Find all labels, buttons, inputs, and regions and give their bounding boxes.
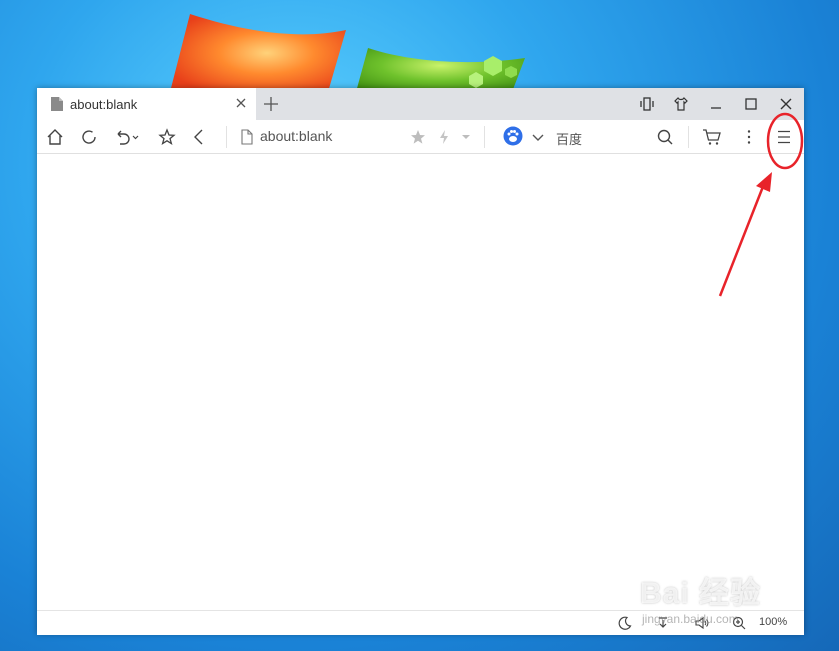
- cart-icon[interactable]: [702, 128, 722, 146]
- window-close-icon[interactable]: [778, 96, 794, 112]
- zoom-level[interactable]: 100%: [759, 616, 787, 628]
- tab-bar: about:blank: [37, 88, 804, 120]
- skin-icon[interactable]: [673, 96, 689, 112]
- toolbar-divider: [688, 126, 689, 148]
- favorite-icon[interactable]: [158, 128, 176, 146]
- watermark-url: jingyan.baidu.com: [642, 612, 739, 626]
- page-icon: [241, 129, 253, 145]
- back-icon[interactable]: [190, 128, 208, 146]
- close-icon[interactable]: [234, 96, 248, 110]
- menu-icon[interactable]: [775, 128, 793, 146]
- address-bar[interactable]: about:blank: [260, 128, 332, 144]
- sidebar-toggle-icon[interactable]: [639, 96, 655, 112]
- star-icon[interactable]: [409, 128, 427, 146]
- plus-icon[interactable]: [263, 96, 279, 112]
- undo-icon[interactable]: [114, 128, 140, 146]
- dropdown-icon[interactable]: [457, 128, 475, 146]
- maximize-icon[interactable]: [743, 96, 759, 112]
- lightning-icon[interactable]: [435, 128, 453, 146]
- home-icon[interactable]: [46, 128, 64, 146]
- baidu-paw-icon[interactable]: [503, 126, 523, 146]
- page-icon: [51, 97, 63, 111]
- toolbar-divider: [226, 126, 227, 148]
- baidu-jingyan-watermark: Bai 经验: [640, 577, 762, 610]
- minimize-icon[interactable]: [708, 96, 724, 112]
- search-engine-label[interactable]: 百度: [556, 129, 582, 148]
- chevron-down-icon[interactable]: [529, 128, 547, 146]
- tab-title: about:blank: [70, 96, 138, 112]
- tab-about-blank[interactable]: about:blank: [37, 88, 256, 120]
- browser-window: about:blank about:blank 百度 100%: [37, 88, 804, 635]
- toolbar-divider: [484, 126, 485, 148]
- navigation-toolbar: about:blank 百度: [37, 120, 804, 154]
- page-content: [37, 154, 804, 610]
- search-icon[interactable]: [656, 128, 674, 146]
- refresh-icon[interactable]: [80, 128, 98, 146]
- night-mode-icon[interactable]: [618, 616, 632, 630]
- more-vertical-icon[interactable]: [740, 128, 758, 146]
